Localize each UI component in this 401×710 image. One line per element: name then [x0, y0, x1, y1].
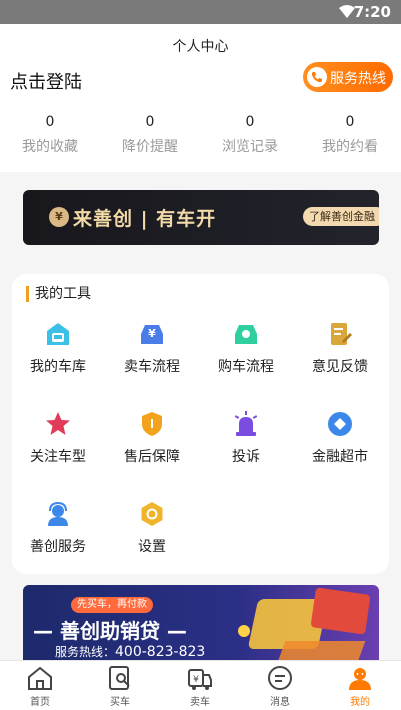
feedback-icon	[326, 320, 354, 348]
tool-label: 我的车库	[30, 359, 86, 375]
tool-label: 投诉	[232, 449, 260, 465]
tab-sell-car[interactable]: ¥ 卖车	[160, 661, 240, 710]
profile-card: 点击登陆 服务热线 0 我的收藏 0 降价提醒 0 浏览记录 0 我的约看	[0, 54, 401, 172]
tool-label: 卖车流程	[124, 359, 180, 375]
svg-text:¥: ¥	[148, 327, 156, 340]
sell-car-icon: ¥	[138, 320, 166, 348]
tab-label: 卖车	[190, 697, 210, 708]
tool-buy-process[interactable]: 购车流程	[200, 320, 292, 376]
banner-phone: 服务热线：400-823-823	[55, 643, 205, 660]
service-icon	[44, 500, 72, 528]
stat-label: 我的收藏	[22, 139, 78, 155]
tool-sell-process[interactable]: ¥ 卖车流程	[106, 320, 198, 376]
hotline-label: 服务热线	[330, 71, 386, 87]
tool-label: 关注车型	[30, 449, 86, 465]
tool-finance-market[interactable]: 金融超市	[294, 410, 386, 466]
login-link[interactable]: 点击登陆	[10, 68, 82, 94]
tab-label: 我的	[350, 697, 370, 708]
stat-count: 0	[145, 114, 155, 130]
my-tools-card: 我的工具 我的车库 ¥ 卖车流程 购车流程 意见反馈 关注车型 售后保障 投诉 …	[12, 274, 389, 574]
star-icon	[44, 410, 72, 438]
sell-car-tag-icon: ¥	[186, 664, 214, 692]
alarm-icon	[232, 410, 260, 438]
buy-car-search-icon	[106, 664, 134, 692]
banner-slogan: 来善创 | 有车开	[73, 208, 217, 230]
tool-label: 意见反馈	[312, 359, 368, 375]
bottom-tab-bar: 首页 买车 ¥ 卖车 消息 我的	[0, 660, 401, 710]
stat-label: 浏览记录	[222, 139, 278, 155]
status-bar: 7:20	[0, 0, 401, 24]
tab-label: 消息	[270, 697, 290, 708]
stat-price-alerts[interactable]: 0 降价提醒	[110, 114, 190, 156]
page-title: 个人中心	[172, 39, 229, 55]
buy-car-icon	[232, 320, 260, 348]
home-icon	[26, 664, 54, 692]
tool-feedback[interactable]: 意见反馈	[294, 320, 386, 376]
tool-settings[interactable]: 设置	[106, 500, 198, 556]
loan-banner[interactable]: 先买车，再付款 — 善创助销贷 — 服务热线：400-823-823	[23, 585, 379, 665]
tool-label: 设置	[138, 539, 166, 555]
tool-followed-models[interactable]: 关注车型	[12, 410, 104, 466]
garage-icon	[44, 320, 72, 348]
user-icon	[346, 664, 374, 692]
stat-history[interactable]: 0 浏览记录	[210, 114, 290, 156]
stat-count: 0	[45, 114, 55, 130]
settings-icon	[138, 500, 166, 528]
service-hotline-button[interactable]: 服务热线	[303, 62, 393, 92]
learn-finance-button[interactable]: 了解善创金融	[303, 207, 379, 226]
phone-number: 400-823-823	[115, 644, 206, 660]
tool-my-garage[interactable]: 我的车库	[12, 320, 104, 376]
tab-mine[interactable]: 我的	[320, 661, 400, 710]
tool-label: 善创服务	[30, 539, 86, 555]
banner-decoration	[310, 587, 371, 635]
stat-label: 我的约看	[322, 139, 378, 155]
tab-label: 首页	[30, 697, 50, 708]
shield-icon	[138, 410, 166, 438]
status-time: 7:20	[353, 3, 391, 21]
tool-label: 售后保障	[124, 449, 180, 465]
tab-buy-car[interactable]: 买车	[80, 661, 160, 710]
banner-tag: 先买车，再付款	[71, 597, 153, 613]
phone-label: 服务热线：	[55, 645, 116, 659]
tool-after-sales[interactable]: 售后保障	[106, 410, 198, 466]
tab-label: 买车	[110, 697, 130, 708]
stat-count: 0	[345, 114, 355, 130]
tool-label: 金融超市	[312, 449, 368, 465]
stat-label: 降价提醒	[122, 139, 178, 155]
finance-icon	[326, 410, 354, 438]
svg-text:¥: ¥	[193, 675, 199, 685]
title-bar: 个人中心	[0, 24, 401, 55]
phone-icon	[307, 67, 327, 87]
message-icon	[266, 664, 294, 692]
banner-decoration	[238, 625, 250, 637]
tool-shanchuang-service[interactable]: 善创服务	[12, 500, 104, 556]
coin-icon: ¥	[49, 207, 69, 227]
tool-complaint[interactable]: 投诉	[200, 410, 292, 466]
stat-count: 0	[245, 114, 255, 130]
finance-banner[interactable]: ¥ 来善创 | 有车开 了解善创金融	[23, 190, 379, 245]
tab-messages[interactable]: 消息	[240, 661, 320, 710]
banner-headline: — 善创助销贷 —	[33, 619, 187, 643]
wifi-icon	[339, 5, 355, 18]
stat-favorites[interactable]: 0 我的收藏	[10, 114, 90, 156]
tool-label: 购车流程	[218, 359, 274, 375]
tools-heading: 我的工具	[26, 286, 91, 302]
stat-appointments[interactable]: 0 我的约看	[310, 114, 390, 156]
tab-home[interactable]: 首页	[0, 661, 80, 710]
